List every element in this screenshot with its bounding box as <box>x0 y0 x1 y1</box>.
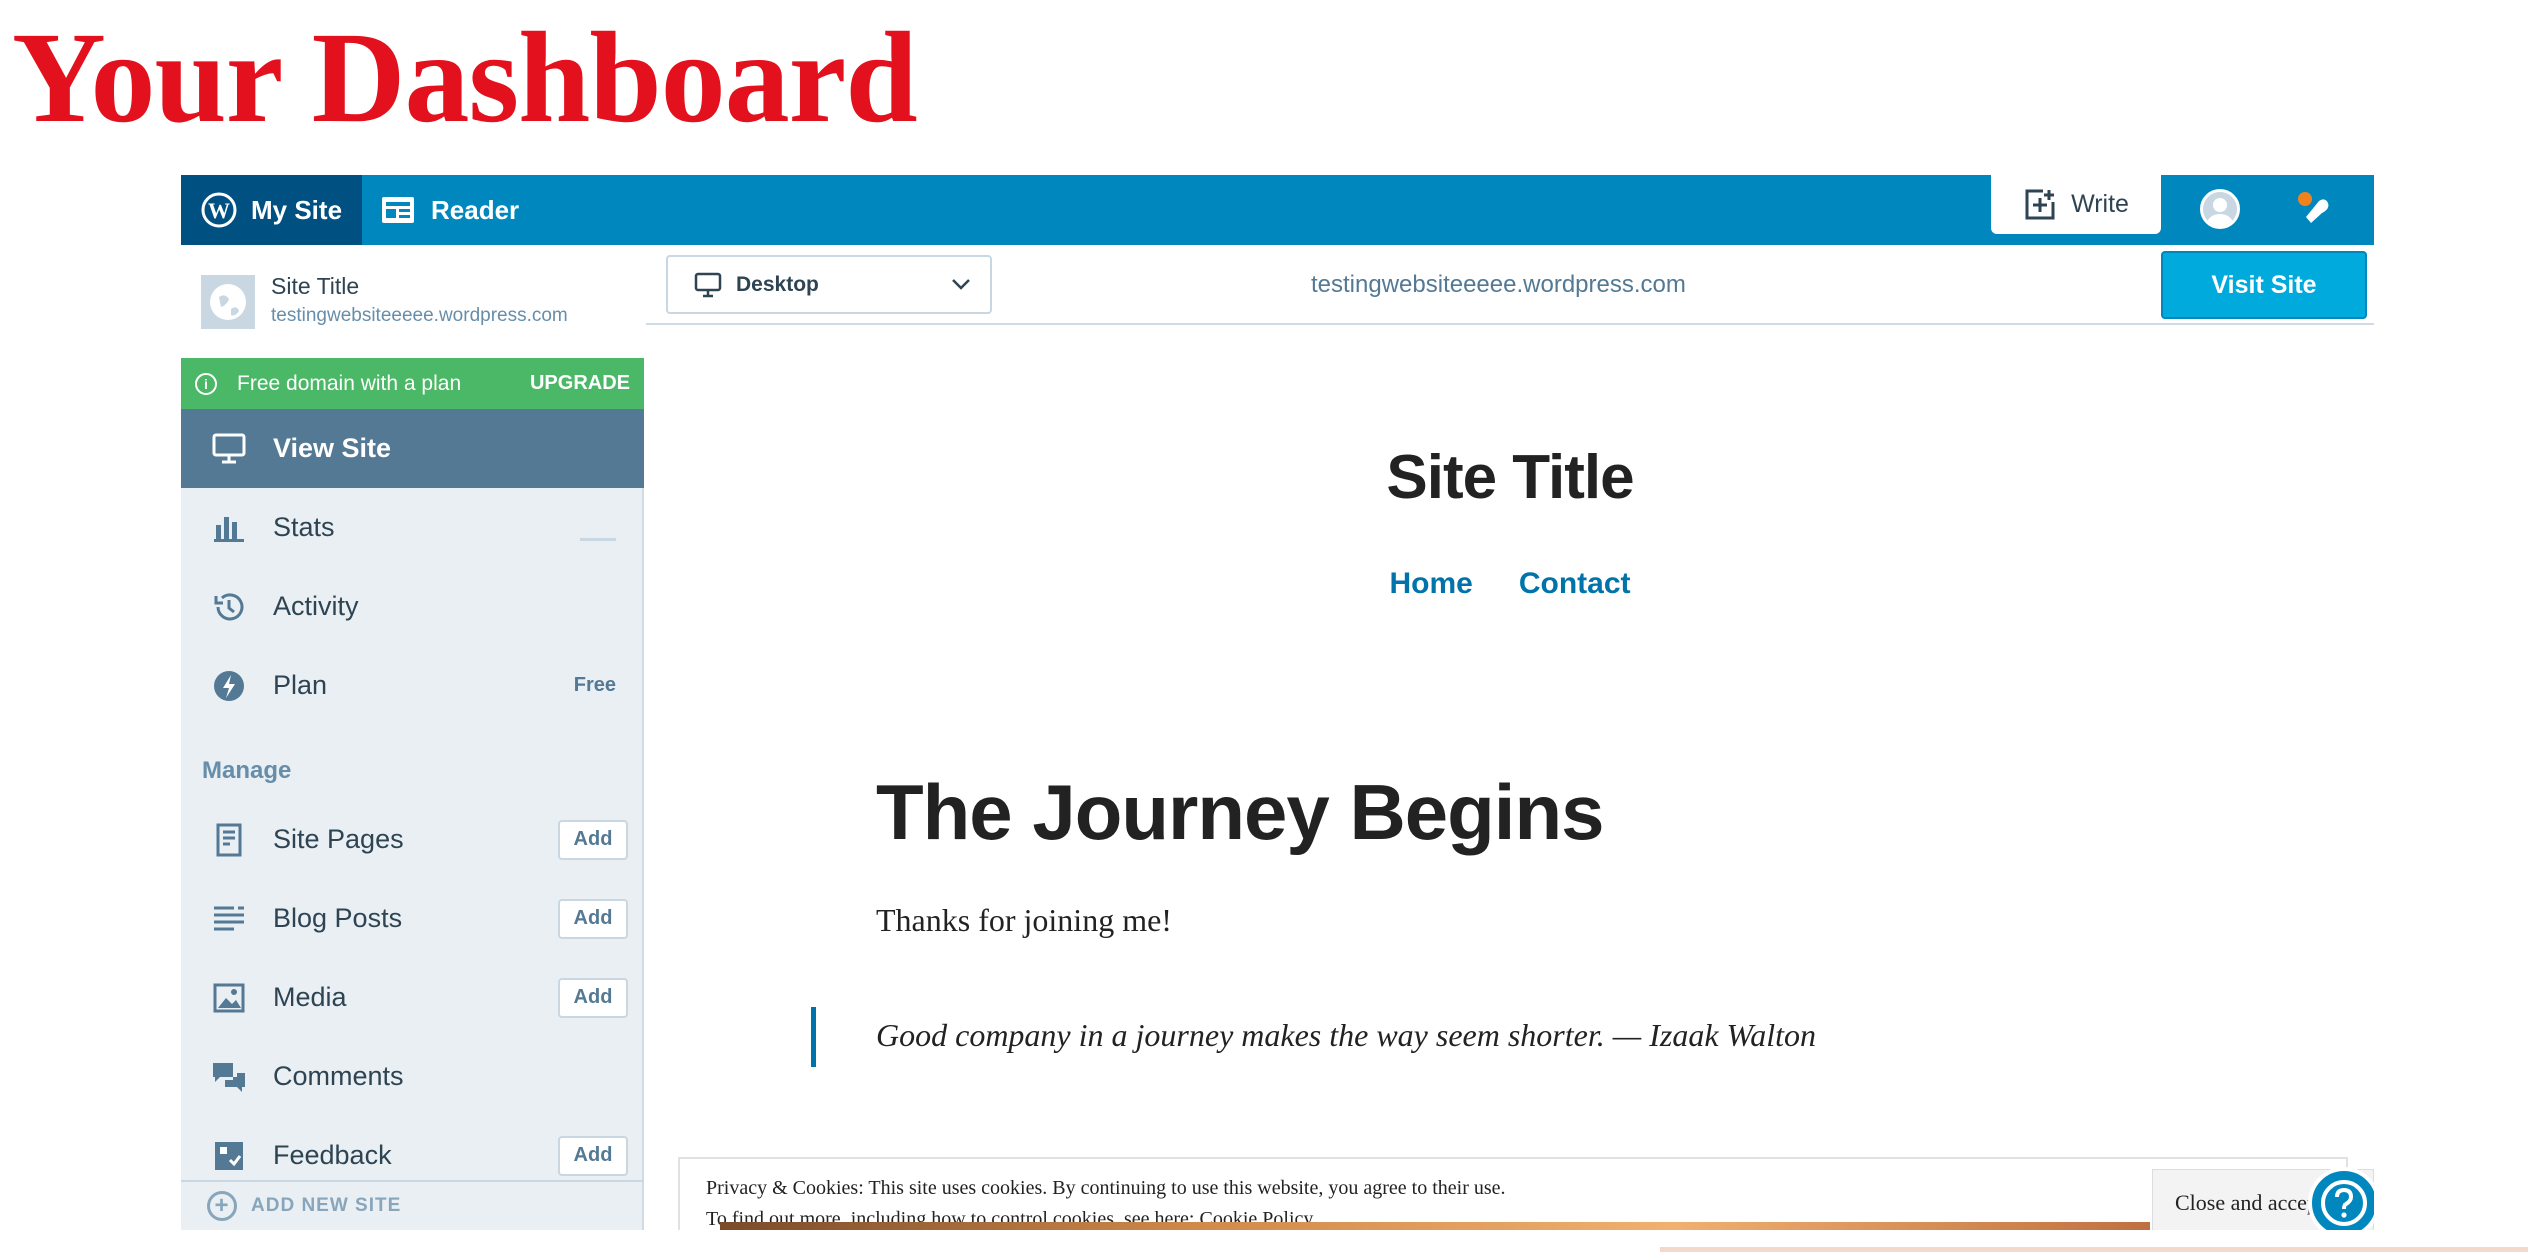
quote-border <box>811 1007 816 1067</box>
page-icon <box>211 822 247 858</box>
preview-header-image-strip <box>720 1222 2150 1230</box>
preview-blockquote: Good company in a journey makes the way … <box>876 1017 1817 1053</box>
sidebar-item-label: Plan <box>273 670 328 700</box>
sidebar-item-label: View Site <box>273 433 392 463</box>
preview-nav-home[interactable]: Home <box>1389 567 1472 601</box>
sidebar-item-media[interactable]: Media Add <box>181 958 644 1037</box>
preview-nav-contact[interactable]: Contact <box>1519 567 1631 601</box>
plan-badge: Free <box>573 674 616 696</box>
sidebar: Site Title testingwebsiteeeee.wordpress.… <box>181 245 644 1230</box>
manage-section-header: Manage <box>202 757 292 784</box>
add-post-button[interactable]: Add <box>558 898 628 939</box>
add-feedback-button[interactable]: Add <box>558 1135 628 1176</box>
plan-bolt-icon <box>211 668 247 704</box>
preview-post-body: Thanks for joining me! <box>876 902 1172 938</box>
sidebar-item-plan[interactable]: Plan Free <box>181 646 644 725</box>
notification-bell-icon <box>2291 187 2337 233</box>
write-button[interactable]: Write <box>1991 175 2161 234</box>
reader-tab[interactable]: Reader <box>381 175 519 245</box>
monitor-icon <box>694 272 722 298</box>
info-icon: i <box>195 372 217 395</box>
sidebar-item-label: Activity <box>273 591 359 621</box>
my-site-tab[interactable]: W My Site <box>181 175 362 245</box>
add-new-site-label: ADD NEW SITE <box>251 1195 402 1216</box>
slide-title: Your Dashboard <box>12 6 918 150</box>
sidebar-item-blog-posts[interactable]: Blog Posts Add <box>181 879 644 958</box>
preview-site-title: Site Title <box>1386 443 1634 512</box>
stats-sparkline <box>580 538 616 541</box>
svg-text:W: W <box>208 198 230 223</box>
help-question-icon <box>2319 1178 2369 1228</box>
preview-url: testingwebsiteeeee.wordpress.com <box>1311 271 1686 298</box>
site-globe-icon <box>201 275 255 329</box>
comments-icon <box>211 1059 247 1095</box>
decorative-strip <box>1660 1247 2528 1252</box>
sidebar-item-comments[interactable]: Comments <box>181 1037 644 1116</box>
history-icon <box>211 589 247 625</box>
add-page-button[interactable]: Add <box>558 819 628 860</box>
feedback-icon <box>211 1138 247 1174</box>
reader-icon <box>381 196 415 224</box>
wordpress-logo-icon: W <box>201 192 237 228</box>
visit-site-button[interactable]: Visit Site <box>2161 251 2367 319</box>
bar-chart-icon <box>211 510 247 546</box>
add-media-button[interactable]: Add <box>558 977 628 1018</box>
notifications-button[interactable] <box>2291 187 2337 233</box>
site-preview: Site Title Home Contact The Journey Begi… <box>646 327 2374 1230</box>
wordpress-dashboard: W My Site Reader Write Site Title testin… <box>181 175 2374 1230</box>
posts-icon <box>211 901 247 937</box>
sidebar-item-view-site[interactable]: View Site <box>181 409 644 488</box>
sidebar-item-label: Feedback <box>273 1140 392 1170</box>
my-site-label: My Site <box>251 194 343 225</box>
site-name: Site Title <box>271 273 360 299</box>
free-domain-promo[interactable]: i Free domain with a plan UPGRADE <box>181 358 644 409</box>
preview-post-title: The Journey Begins <box>876 768 1604 856</box>
device-select[interactable]: Desktop <box>666 255 992 314</box>
reader-label: Reader <box>431 194 520 225</box>
cookie-banner: Privacy & Cookies: This site uses cookie… <box>678 1157 2374 1230</box>
promo-text: Free domain with a plan <box>237 371 462 395</box>
sidebar-item-label: Blog Posts <box>273 903 403 933</box>
sidebar-item-site-pages[interactable]: Site Pages Add <box>181 800 644 879</box>
write-label: Write <box>2071 190 2129 218</box>
cookie-text-line1: Privacy & Cookies: This site uses cookie… <box>706 1177 1506 1199</box>
site-url: testingwebsiteeeee.wordpress.com <box>271 305 568 326</box>
preview-toolbar: Desktop testingwebsiteeeee.wordpress.com… <box>646 245 2374 325</box>
chevron-down-icon <box>948 271 974 297</box>
user-avatar[interactable] <box>2200 189 2240 229</box>
add-new-site-button[interactable]: + ADD NEW SITE <box>181 1180 644 1230</box>
masterbar: W My Site Reader Write <box>181 175 2374 245</box>
upgrade-link[interactable]: UPGRADE <box>530 372 630 395</box>
sidebar-item-stats[interactable]: Stats <box>181 488 644 567</box>
help-button[interactable] <box>2308 1167 2374 1230</box>
sidebar-item-activity[interactable]: Activity <box>181 567 644 646</box>
sidebar-item-label: Site Pages <box>273 824 404 854</box>
preview-nav: Home Contact <box>646 567 2374 601</box>
write-icon <box>2023 188 2057 222</box>
sidebar-item-label: Comments <box>273 1061 404 1091</box>
monitor-icon <box>211 431 247 467</box>
image-icon <box>211 980 247 1016</box>
device-select-value: Desktop <box>736 272 819 296</box>
plus-circle-icon: + <box>207 1191 237 1221</box>
current-site-card[interactable]: Site Title testingwebsiteeeee.wordpress.… <box>181 245 644 358</box>
sidebar-item-label: Media <box>273 982 347 1012</box>
sidebar-item-label: Stats <box>273 512 335 542</box>
